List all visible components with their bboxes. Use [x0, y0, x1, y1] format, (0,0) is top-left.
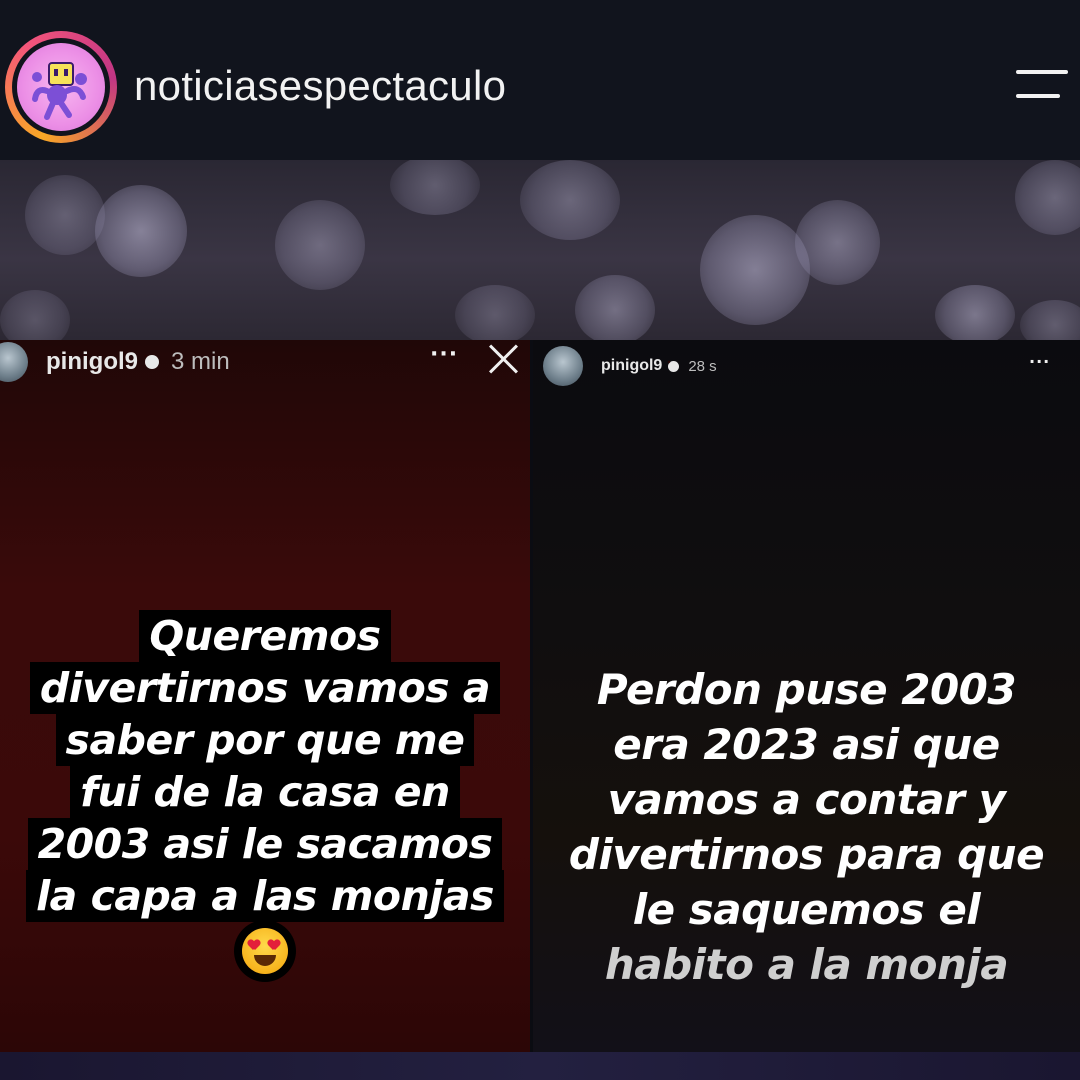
avatar[interactable] — [0, 342, 28, 382]
more-options-icon[interactable]: ··· — [430, 342, 458, 367]
more-options-icon[interactable]: ··· — [1029, 352, 1050, 371]
story-caption: Perdon puse 2003 era 2023 asi que vamos … — [533, 662, 1080, 992]
verified-badge-icon — [668, 360, 680, 372]
caption-line: habito a la monja — [604, 940, 1009, 989]
heart-eyes-emoji-icon — [242, 928, 288, 974]
caption-line: divertirnos para que — [568, 830, 1045, 879]
story-left: pinigol9 3 min ··· Queremos divertirnos … — [0, 340, 530, 1052]
avatar[interactable] — [543, 346, 583, 386]
caption-line: 2003 asi le sacamos — [27, 818, 503, 870]
account-name[interactable]: noticiasespectaculo — [134, 62, 506, 110]
close-icon[interactable] — [486, 342, 520, 376]
story-header: pinigol9 28 s — [543, 346, 717, 386]
story-username[interactable]: pinigol9 — [601, 357, 662, 375]
bottom-strip — [0, 1052, 1080, 1080]
story-right: pinigol9 28 s ··· Perdon puse 2003 era 2… — [533, 340, 1080, 1052]
story-header: pinigol9 3 min — [0, 342, 230, 382]
story-username[interactable]: pinigol9 — [46, 348, 138, 376]
profile-header: noticiasespectaculo — [0, 0, 1080, 160]
caption-line: Queremos — [139, 610, 391, 662]
caption-line: era 2023 asi que — [613, 720, 1000, 769]
caption-line: divertirnos vamos a — [29, 662, 501, 714]
bokeh-background-image — [0, 160, 1080, 340]
instagram-story-screenshot: noticiasespectaculo pinigol9 3 min ··· Q… — [0, 0, 1080, 1080]
hamburger-menu-icon[interactable] — [1010, 66, 1070, 106]
caption-line: la capa a las monjas — [26, 870, 504, 922]
cartoon-mascot-avatar-icon — [17, 43, 105, 131]
story-time: 3 min — [171, 348, 230, 375]
caption-line: Perdon puse 2003 — [596, 665, 1017, 714]
profile-avatar[interactable] — [5, 31, 117, 143]
verified-badge-icon — [145, 355, 159, 369]
story-caption: Queremos divertirnos vamos a saber por q… — [0, 610, 530, 974]
caption-line: saber por que me — [55, 714, 475, 766]
story-time: 28 s — [688, 357, 717, 375]
caption-line: vamos a contar y — [607, 775, 1006, 824]
caption-line: fui de la casa en — [70, 766, 460, 818]
caption-line: le saquemos el — [632, 885, 981, 934]
